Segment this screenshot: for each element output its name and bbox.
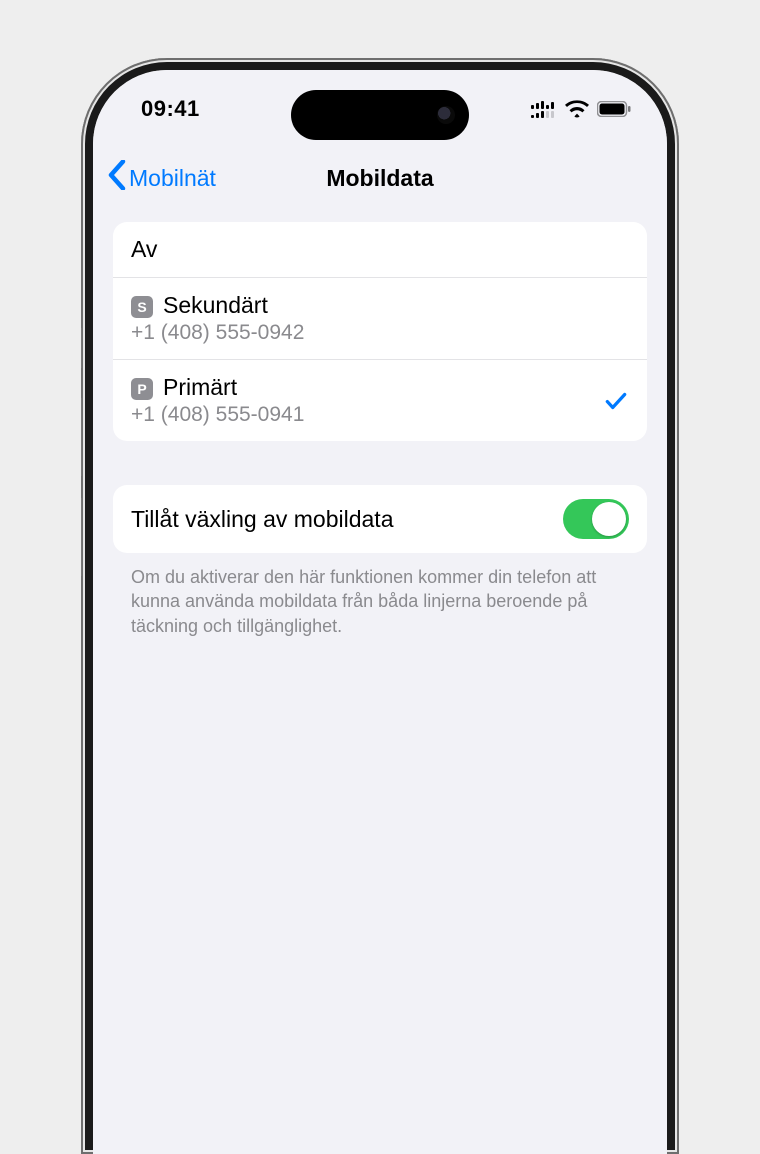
sim-number-primary: +1 (408) 555-0941 — [131, 403, 304, 427]
page-title: Mobildata — [326, 165, 433, 192]
lines-group: Av S Sekundärt +1 (408) 555-0942 P — [113, 222, 647, 441]
sim-number-secondary: +1 (408) 555-0942 — [131, 321, 304, 345]
sim-badge-secondary: S — [131, 296, 153, 318]
side-button-volume-up — [81, 398, 82, 476]
side-button-silent — [81, 328, 82, 368]
allow-switching-row: Tillåt växling av mobildata — [113, 485, 647, 553]
switching-footer: Om du aktiverar den här funktionen komme… — [113, 553, 647, 638]
sim-badge-primary: P — [131, 378, 153, 400]
switching-group: Tillåt växling av mobildata — [113, 485, 647, 553]
option-off-label: Av — [131, 236, 157, 263]
dual-sim-signal-icon — [531, 100, 557, 118]
dynamic-island — [291, 90, 469, 140]
content: Av S Sekundärt +1 (408) 555-0942 P — [93, 208, 667, 638]
toggle-knob — [592, 502, 626, 536]
allow-switching-toggle[interactable] — [563, 499, 629, 539]
option-off[interactable]: Av — [113, 222, 647, 277]
navigation-bar: Mobilnät Mobildata — [93, 148, 667, 208]
status-time: 09:41 — [141, 96, 200, 122]
back-button[interactable]: Mobilnät — [107, 160, 216, 196]
chevron-left-icon — [107, 160, 127, 196]
side-button-volume-down — [81, 498, 82, 576]
wifi-icon — [565, 100, 589, 118]
battery-icon — [597, 101, 631, 117]
screen: 09:41 — [93, 70, 667, 1154]
allow-switching-label: Tillåt växling av mobildata — [131, 506, 394, 533]
status-icons — [531, 100, 631, 118]
phone-frame: 09:41 — [81, 58, 679, 1154]
option-secondary[interactable]: S Sekundärt +1 (408) 555-0942 — [113, 277, 647, 359]
back-label: Mobilnät — [129, 165, 216, 192]
sim-name-primary: Primärt — [163, 374, 237, 401]
option-primary[interactable]: P Primärt +1 (408) 555-0941 — [113, 359, 647, 441]
sim-name-secondary: Sekundärt — [163, 292, 268, 319]
checkmark-icon — [603, 388, 629, 414]
